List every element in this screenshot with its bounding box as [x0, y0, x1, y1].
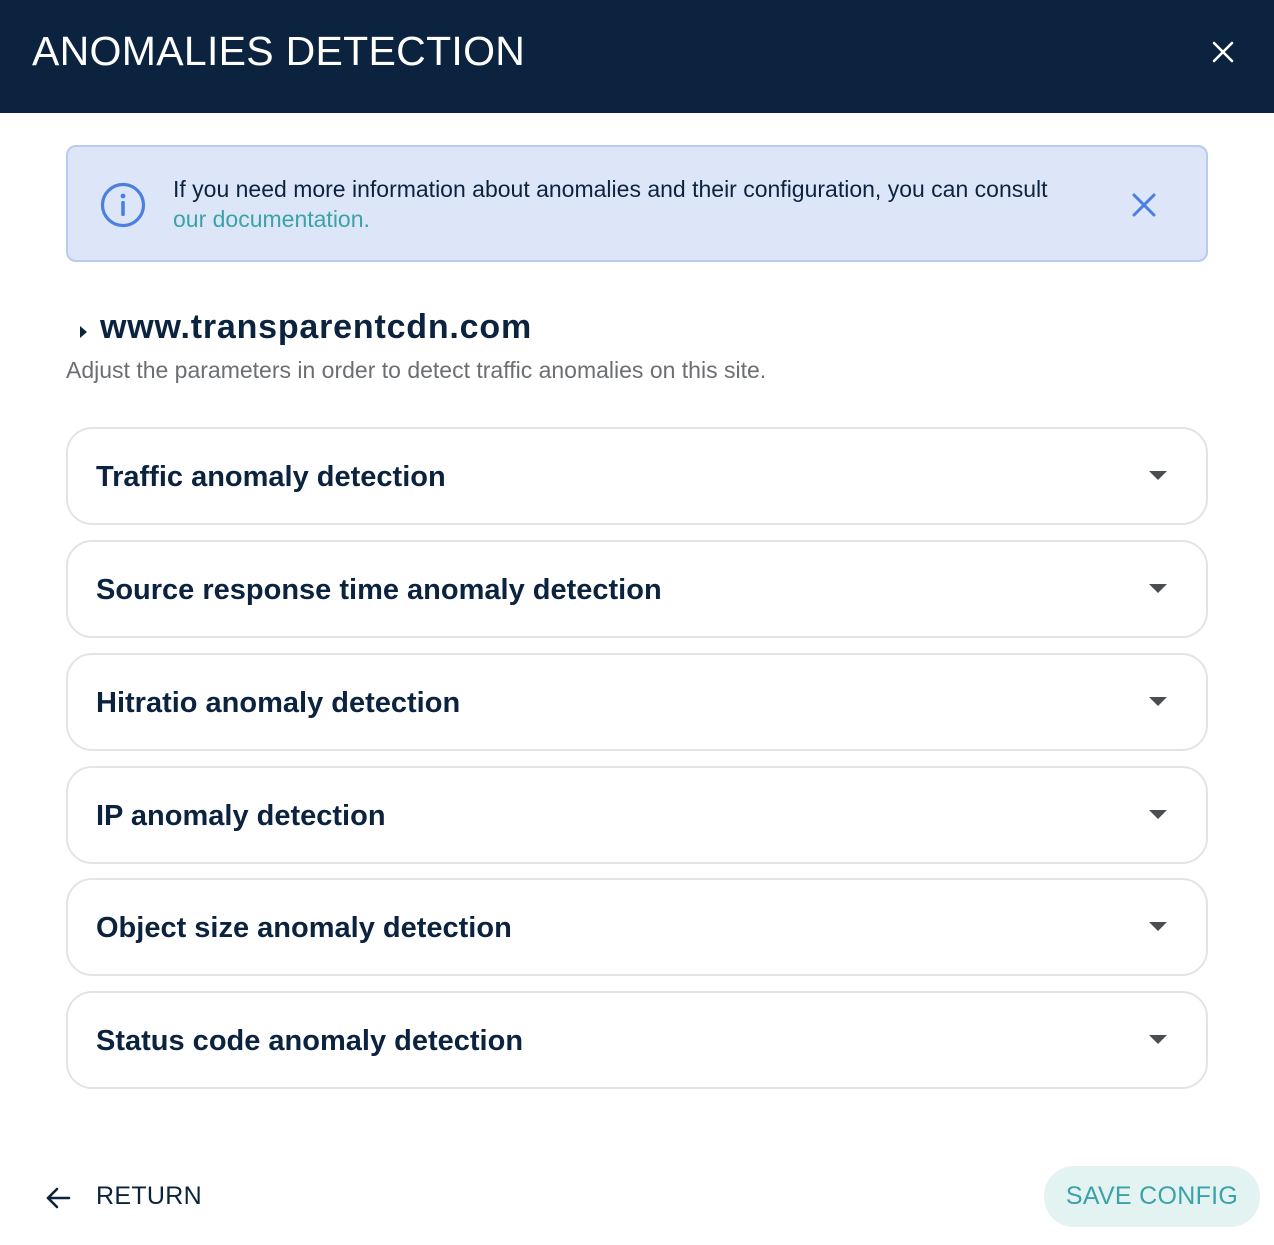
- dismiss-info-button[interactable]: [1128, 189, 1160, 221]
- info-banner: If you need more information about anoma…: [66, 145, 1208, 262]
- site-description: Adjust the parameters in order to detect…: [66, 357, 767, 383]
- close-icon: [1132, 193, 1156, 217]
- documentation-link[interactable]: our documentation.: [173, 206, 370, 232]
- chevron-down-icon: [1149, 584, 1167, 593]
- chevron-down-icon: [1149, 810, 1167, 819]
- info-icon: [100, 182, 146, 228]
- section-status-code-anomaly[interactable]: Status code anomaly detection: [66, 991, 1208, 1089]
- save-config-button[interactable]: SAVE CONFIG: [1044, 1166, 1260, 1227]
- dialog-header: ANOMALIES DETECTION: [0, 0, 1274, 113]
- chevron-down-icon: [1149, 922, 1167, 931]
- chevron-down-icon: [1149, 1035, 1167, 1044]
- chevron-down-icon: [1149, 471, 1167, 480]
- section-ip-anomaly[interactable]: IP anomaly detection: [66, 766, 1208, 864]
- return-button[interactable]: RETURN: [44, 1176, 204, 1220]
- caret-right-icon[interactable]: [78, 323, 90, 341]
- site-name: www.transparentcdn.com: [100, 308, 532, 346]
- section-label: Traffic anomaly detection: [96, 461, 446, 493]
- chevron-down-icon: [1149, 697, 1167, 706]
- info-message: If you need more information about anoma…: [173, 174, 1073, 234]
- section-label: Hitratio anomaly detection: [96, 687, 461, 719]
- section-label: Source response time anomaly detection: [96, 574, 662, 606]
- close-icon: [1212, 41, 1234, 63]
- arrow-left-icon: [46, 1187, 71, 1209]
- section-label: Status code anomaly detection: [96, 1025, 524, 1057]
- section-label: IP anomaly detection: [96, 800, 386, 832]
- return-label: RETURN: [96, 1182, 202, 1210]
- close-dialog-button[interactable]: [1204, 33, 1242, 71]
- section-object-size-anomaly[interactable]: Object size anomaly detection: [66, 878, 1208, 976]
- dialog-title: ANOMALIES DETECTION: [32, 28, 526, 74]
- section-hitratio-anomaly[interactable]: Hitratio anomaly detection: [66, 653, 1208, 751]
- info-message-text: If you need more information about anoma…: [173, 176, 1048, 202]
- section-traffic-anomaly[interactable]: Traffic anomaly detection: [66, 427, 1208, 525]
- section-label: Object size anomaly detection: [96, 912, 512, 944]
- section-source-response-time-anomaly[interactable]: Source response time anomaly detection: [66, 540, 1208, 638]
